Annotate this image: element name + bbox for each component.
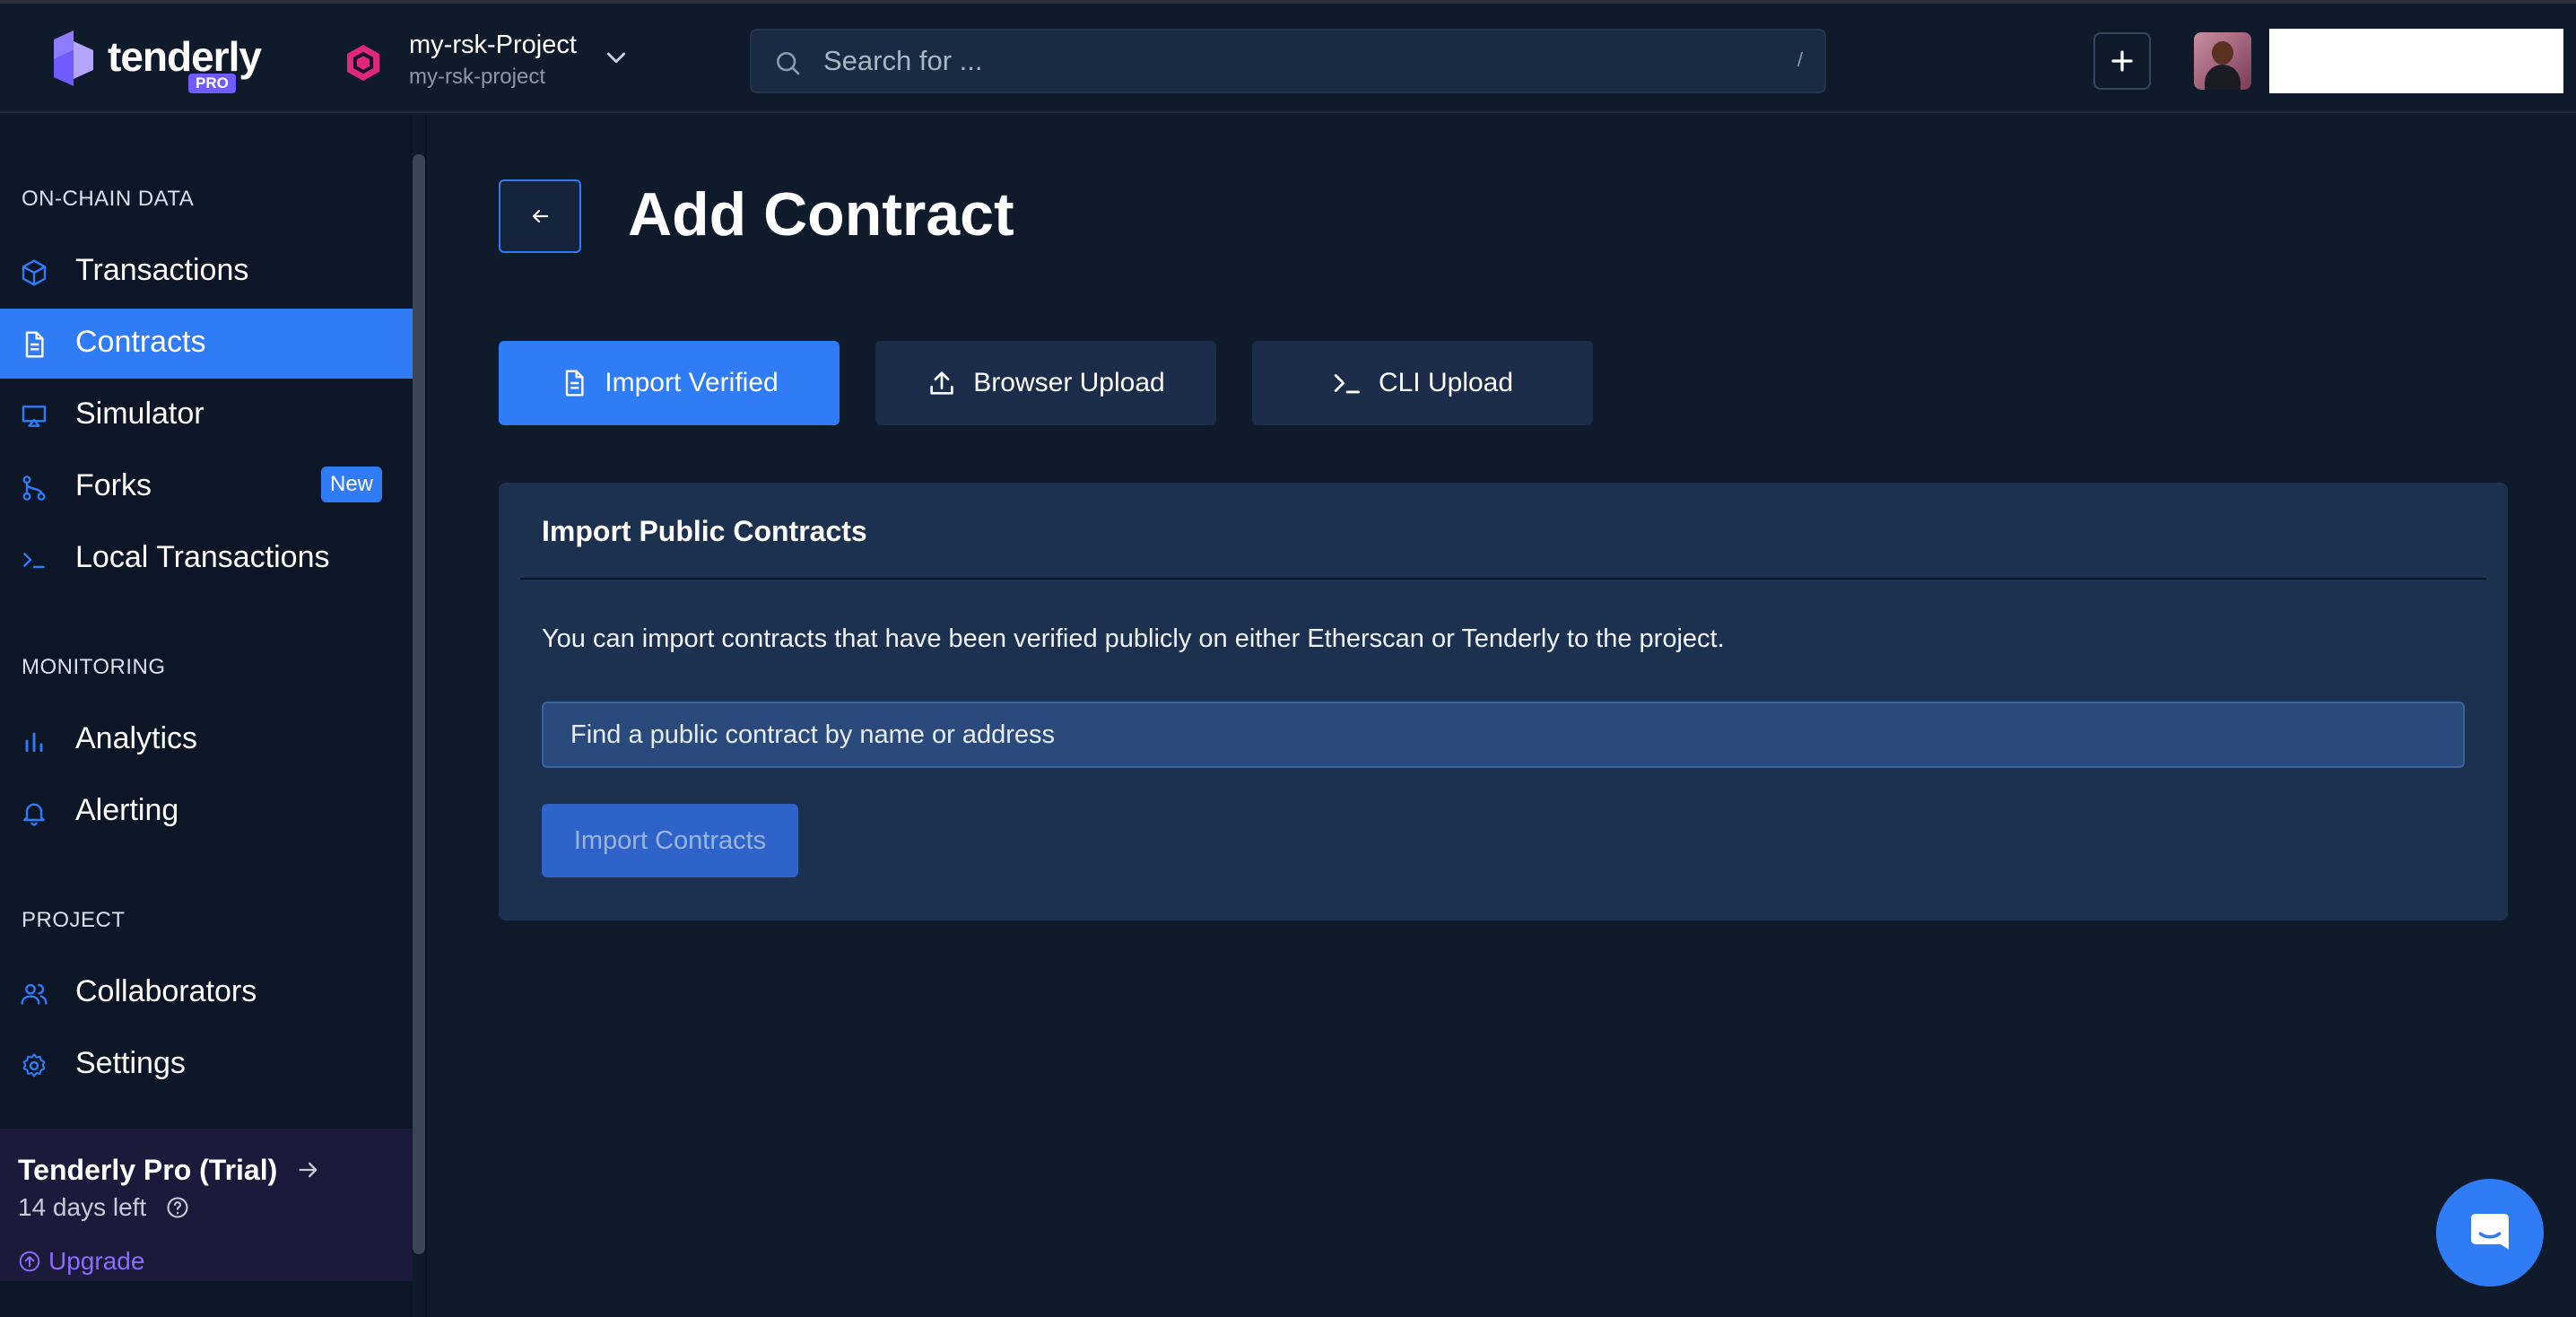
tab-browser-upload[interactable]: Browser Upload: [875, 341, 1216, 425]
sidebar-item-local-transactions[interactable]: Local Transactions: [0, 524, 413, 594]
tab-import-verified[interactable]: Import Verified: [499, 341, 840, 425]
tab-label: Import Verified: [605, 368, 779, 397]
back-button[interactable]: [499, 179, 581, 253]
support-chat-button[interactable]: [2436, 1179, 2544, 1286]
project-hexagon-icon: [347, 45, 379, 81]
sidebar-item-label: Contracts: [75, 325, 206, 359]
panel-title: Import Public Contracts: [542, 515, 867, 547]
sidebar-item-analytics[interactable]: Analytics: [0, 705, 413, 775]
sidebar-scrollbar[interactable]: [413, 154, 425, 1254]
fork-icon: [22, 475, 46, 501]
search-input[interactable]: [823, 31, 1720, 92]
project-name: my-rsk-Project: [409, 31, 577, 59]
arrow-left-icon: [532, 209, 549, 223]
chat-icon: [2471, 1214, 2509, 1250]
tenderly-logo-icon: [54, 31, 93, 86]
project-switcher[interactable]: my-rsk-Project my-rsk-project: [341, 29, 646, 95]
sidebar-item-transactions[interactable]: Transactions: [0, 237, 413, 307]
panel-divider: [520, 578, 2486, 580]
top-bar: tenderly PRO my-rsk-Project my-rsk-proje…: [0, 0, 2576, 113]
import-contracts-button[interactable]: Import Contracts: [542, 804, 798, 877]
upgrade-link[interactable]: Upgrade: [18, 1247, 144, 1276]
sidebar-item-label: Settings: [75, 1046, 186, 1080]
sidebar-item-label: Simulator: [75, 397, 205, 431]
tenderly-logo[interactable]: tenderly PRO: [50, 29, 262, 93]
document-icon: [566, 370, 584, 397]
bar-chart-icon: [25, 732, 43, 753]
sidebar-item-label: Local Transactions: [75, 540, 330, 574]
upload-icon: [930, 371, 953, 395]
trial-days-left: 14 days left: [18, 1193, 147, 1221]
monitor-icon: [22, 406, 47, 427]
bell-icon: [23, 803, 45, 826]
tab-label: CLI Upload: [1378, 368, 1514, 397]
panel-description: You can import contracts that have been …: [542, 624, 1725, 653]
search-icon: [777, 52, 800, 75]
sidebar-item-alerting[interactable]: Alerting: [0, 777, 413, 847]
gear-icon: [22, 1053, 46, 1077]
sidebar-divider: [425, 115, 427, 1317]
section-label-monitoring: MONITORING: [22, 655, 166, 679]
sidebar-item-forks[interactable]: Forks New: [0, 452, 413, 522]
document-icon: [25, 331, 44, 358]
public-contract-search-input[interactable]: [542, 702, 2465, 768]
sidebar-item-simulator[interactable]: Simulator: [0, 380, 413, 450]
new-badge: New: [321, 467, 383, 502]
section-label-on-chain-data: ON-CHAIN DATA: [22, 187, 195, 211]
trial-title[interactable]: Tenderly Pro (Trial): [18, 1154, 277, 1187]
project-slug: my-rsk-project: [409, 65, 546, 89]
logo-text: tenderly: [108, 33, 262, 80]
chevron-down-icon: [606, 52, 626, 64]
help-circle-icon[interactable]: [165, 1195, 190, 1220]
sidebar-item-contracts[interactable]: Contracts: [0, 309, 413, 379]
arrow-right-icon[interactable]: [296, 1157, 321, 1182]
terminal-icon: [1334, 374, 1361, 394]
terminal-icon: [23, 553, 45, 569]
sidebar-item-label: Forks: [75, 468, 152, 502]
search-shortcut-hint: /: [1797, 48, 1803, 71]
arrow-up-circle-icon: [19, 1251, 40, 1272]
create-new-button[interactable]: [2093, 32, 2151, 90]
upgrade-label: Upgrade: [48, 1247, 145, 1275]
cube-icon: [22, 259, 47, 286]
user-name-redacted[interactable]: [2269, 29, 2563, 93]
tab-label: Browser Upload: [973, 368, 1165, 397]
sidebar-item-label: Analytics: [75, 721, 198, 755]
import-public-contracts-panel: Import Public Contracts You can import c…: [499, 483, 2508, 920]
pro-badge: PRO: [188, 74, 236, 93]
avatar-head: [2212, 41, 2233, 65]
avatar-body: [2205, 65, 2241, 90]
tab-cli-upload[interactable]: CLI Upload: [1252, 341, 1593, 425]
users-icon: [21, 983, 48, 1005]
user-avatar[interactable]: [2194, 32, 2251, 90]
section-label-project: PROJECT: [22, 908, 126, 932]
sidebar-item-label: Alerting: [75, 793, 179, 827]
sidebar-item-collaborators[interactable]: Collaborators: [0, 958, 413, 1028]
plus-icon: [2111, 50, 2133, 72]
trial-card: Tenderly Pro (Trial) 14 days left Upgrad…: [0, 1129, 413, 1281]
sidebar-item-label: Collaborators: [75, 974, 257, 1008]
page-title: Add Contract: [628, 180, 1014, 249]
sidebar-item-label: Transactions: [75, 253, 249, 287]
sidebar-item-settings[interactable]: Settings: [0, 1030, 413, 1100]
global-search[interactable]: /: [750, 29, 1826, 93]
